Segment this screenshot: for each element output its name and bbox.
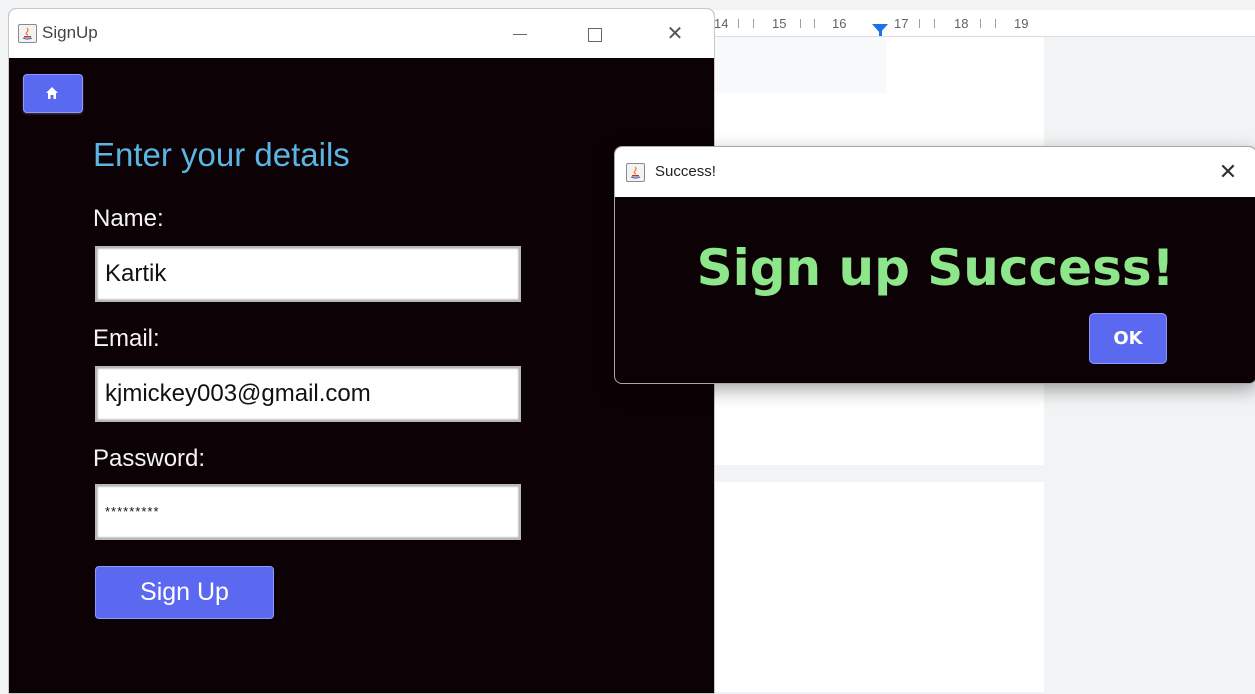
- signup-window: SignUp ✕ Enter your details Name: Kartik…: [8, 8, 715, 694]
- success-dialog: Success! ✕ Sign up Success! OK: [614, 146, 1255, 384]
- java-app-icon: [626, 163, 645, 182]
- ruler-number: 18: [954, 16, 969, 31]
- email-field[interactable]: kjmickey003@gmail.com: [95, 366, 521, 422]
- maximize-button[interactable]: [572, 19, 618, 49]
- password-field[interactable]: *********: [95, 484, 521, 540]
- name-field[interactable]: Kartik: [95, 246, 521, 302]
- java-app-icon: [18, 24, 37, 43]
- close-icon: ✕: [1218, 159, 1238, 184]
- ruler-number: 17: [894, 16, 909, 31]
- signup-titlebar[interactable]: SignUp ✕: [9, 9, 714, 58]
- close-button[interactable]: ✕: [652, 19, 698, 49]
- minimize-button[interactable]: [497, 19, 543, 49]
- ruler-minor-tick: [919, 19, 920, 28]
- ruler-number: 14: [714, 16, 729, 31]
- dialog-title: Success!: [655, 163, 716, 180]
- document-page[interactable]: [712, 482, 1044, 692]
- dialog-close-button[interactable]: ✕: [1210, 156, 1246, 188]
- ruler-minor-tick: [753, 19, 754, 28]
- ruler[interactable]: 14 15 16 17 18 19: [712, 10, 1255, 37]
- ruler-minor-tick: [934, 19, 935, 28]
- form-heading: Enter your details: [93, 136, 350, 173]
- close-icon: ✕: [666, 23, 684, 45]
- ruler-minor-tick: [814, 19, 815, 28]
- ruler-number: 16: [832, 16, 847, 31]
- sign-up-button[interactable]: Sign Up: [95, 566, 274, 619]
- window-title: SignUp: [42, 23, 98, 42]
- ruler-minor-tick: [738, 19, 739, 28]
- page-shaded-region: [712, 37, 886, 93]
- name-label: Name:: [93, 205, 164, 232]
- password-label: Password:: [93, 445, 206, 472]
- dialog-titlebar[interactable]: Success! ✕: [615, 147, 1255, 197]
- home-icon: [46, 87, 58, 99]
- indent-marker-stem: [879, 29, 882, 36]
- ruler-minor-tick: [980, 19, 981, 28]
- home-button[interactable]: [23, 74, 83, 113]
- success-message: Sign up Success!: [696, 239, 1175, 297]
- ruler-number: 15: [772, 16, 787, 31]
- minimize-icon: [513, 34, 527, 36]
- ruler-number: 19: [1014, 16, 1029, 31]
- maximize-icon: [588, 27, 602, 42]
- ruler-minor-tick: [995, 19, 996, 28]
- ruler-minor-tick: [800, 19, 801, 28]
- email-label: Email:: [93, 325, 160, 352]
- ok-button[interactable]: OK: [1089, 313, 1167, 364]
